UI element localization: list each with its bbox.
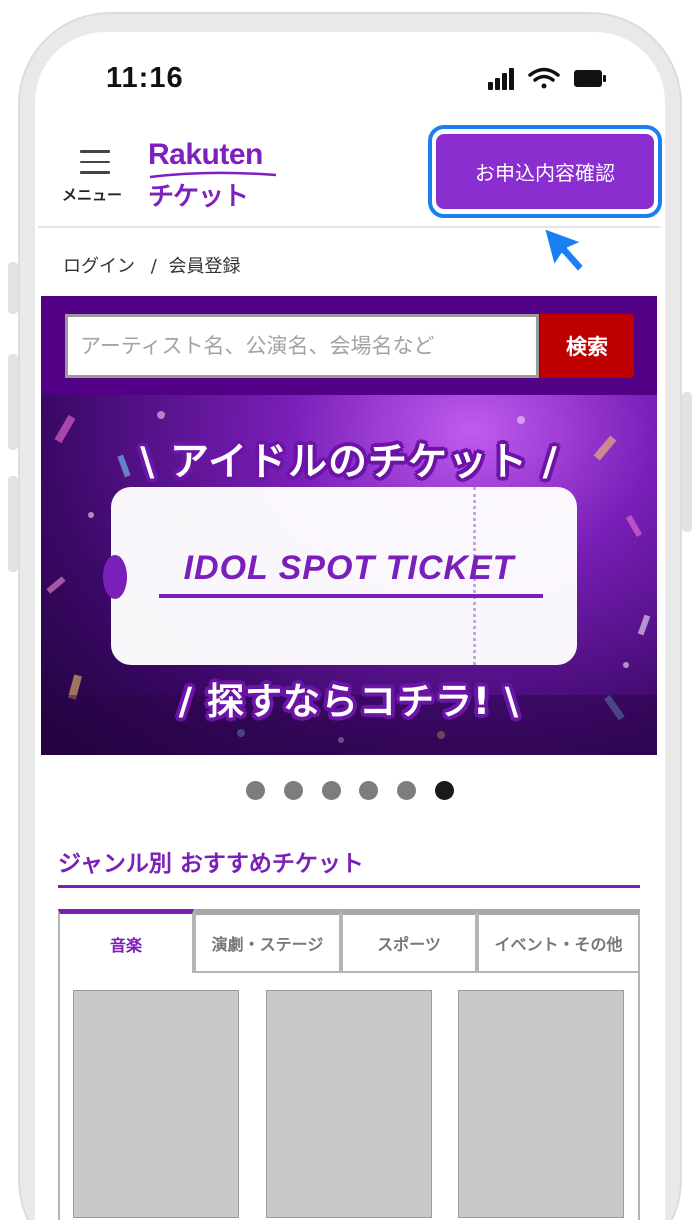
carousel-dot-active[interactable] bbox=[435, 781, 454, 800]
banner-top-text: \ アイドルのチケット / bbox=[140, 440, 558, 485]
header-divider bbox=[38, 226, 660, 228]
battery-icon bbox=[574, 70, 606, 87]
application-details-button[interactable]: お申込内容確認 bbox=[436, 134, 654, 209]
tab-sports[interactable]: スポーツ bbox=[341, 909, 477, 973]
logo-ticket-text: チケット bbox=[148, 182, 249, 212]
tab-content-panel bbox=[58, 972, 640, 1220]
status-icons bbox=[488, 67, 606, 90]
wifi-icon bbox=[528, 67, 560, 89]
carousel-dot[interactable] bbox=[397, 781, 416, 800]
logo-rakuten-text: Rakuten bbox=[148, 138, 263, 171]
signal-icon bbox=[488, 68, 514, 90]
search-input[interactable] bbox=[65, 314, 539, 378]
phone-side-button bbox=[8, 262, 18, 314]
register-link[interactable]: 会員登録 bbox=[169, 256, 241, 277]
hamburger-icon bbox=[80, 150, 110, 174]
auth-separator: / bbox=[150, 256, 157, 277]
promo-banner[interactable]: \ アイドルのチケット / IDOL SPOT TICKET / 探すならコチラ… bbox=[41, 395, 657, 755]
ticket-card-image[interactable] bbox=[458, 990, 624, 1218]
search-button[interactable]: 検索 bbox=[540, 314, 634, 378]
section-underline bbox=[58, 885, 640, 888]
search-bar: 検索 bbox=[41, 296, 657, 395]
status-time: 11:16 bbox=[106, 62, 184, 94]
phone-side-button bbox=[8, 354, 18, 450]
tab-music[interactable]: 音楽 bbox=[58, 909, 194, 973]
menu-button[interactable]: メニュー bbox=[58, 148, 130, 210]
banner-title: IDOL SPOT TICKET bbox=[183, 549, 515, 587]
menu-label: メニュー bbox=[62, 186, 123, 204]
phone-side-button bbox=[682, 392, 692, 532]
carousel-dot[interactable] bbox=[246, 781, 265, 800]
ticket-card-image[interactable] bbox=[266, 990, 432, 1218]
cursor-arrow-icon bbox=[543, 227, 585, 273]
tab-events-other[interactable]: イベント・その他 bbox=[477, 909, 640, 973]
banner-title-underline bbox=[159, 594, 543, 598]
banner-bottom-text: / 探すならコチラ! \ bbox=[178, 680, 520, 723]
carousel-indicators bbox=[246, 781, 456, 801]
auth-links: ログイン / 会員登録 bbox=[63, 252, 241, 278]
carousel-dot[interactable] bbox=[359, 781, 378, 800]
genre-section-title: ジャンル別 おすすめチケット bbox=[58, 851, 364, 877]
carousel-dot[interactable] bbox=[284, 781, 303, 800]
rakuten-ticket-logo[interactable]: Rakuten チケット bbox=[148, 138, 298, 212]
login-link[interactable]: ログイン bbox=[63, 256, 135, 277]
carousel-dot[interactable] bbox=[322, 781, 341, 800]
genre-tabs: 音楽 演劇・ステージ スポーツ イベント・その他 bbox=[58, 909, 640, 973]
tab-theater-stage[interactable]: 演劇・ステージ bbox=[194, 909, 341, 973]
ticket-card-image[interactable] bbox=[73, 990, 239, 1218]
phone-side-button bbox=[8, 476, 18, 572]
